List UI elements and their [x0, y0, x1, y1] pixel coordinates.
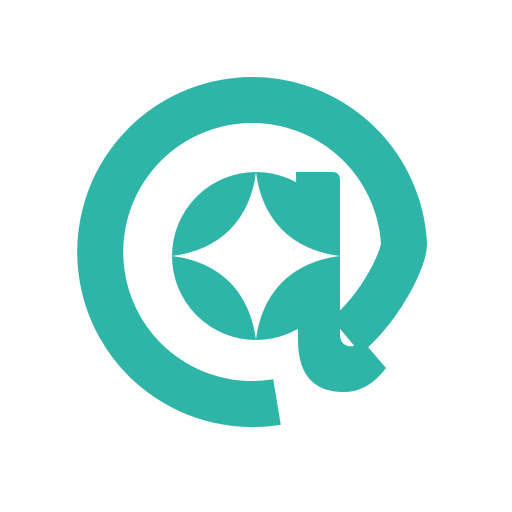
- app-icon-canvas: [0, 0, 512, 512]
- at-sign-sparkle-icon: [77, 77, 427, 427]
